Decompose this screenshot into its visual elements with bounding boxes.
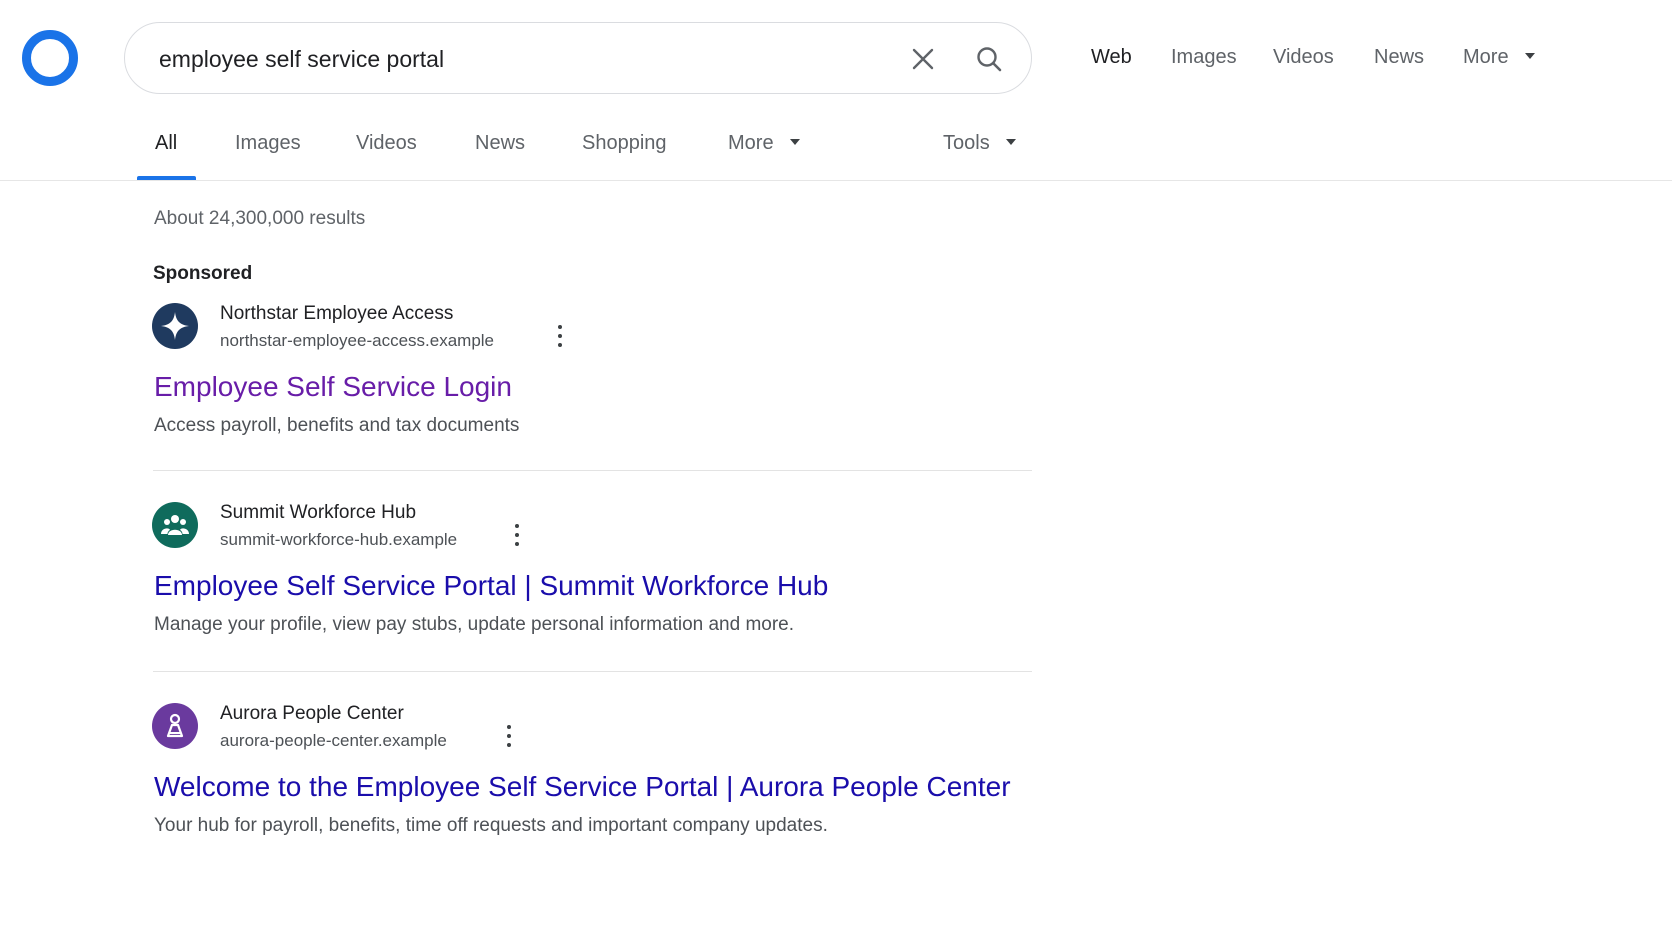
- topnav-web[interactable]: Web: [1091, 46, 1132, 69]
- site-name[interactable]: Aurora People Center: [220, 703, 404, 725]
- result-snippet: Manage your profile, view pay stubs, upd…: [154, 614, 795, 635]
- result-title-link[interactable]: Employee Self Service Portal | Summit Wo…: [154, 570, 828, 602]
- close-icon: [912, 48, 934, 70]
- chevron-down-icon: [1005, 138, 1016, 145]
- kebab-dot: [558, 334, 562, 338]
- clear-search-button[interactable]: [905, 41, 941, 77]
- topnav-videos[interactable]: Videos: [1273, 46, 1334, 69]
- result-divider: [153, 470, 1032, 471]
- result-divider: [153, 671, 1032, 672]
- kebab-dot: [507, 743, 511, 747]
- search-result: Summit Workforce Hub summit-workforce-hu…: [152, 502, 1032, 642]
- kebab-dot: [558, 325, 562, 329]
- search-result: Aurora People Center aurora-people-cente…: [152, 703, 1032, 843]
- more-options-button[interactable]: [499, 723, 519, 749]
- search-tabs: All Images Videos News Shopping More Too…: [0, 130, 1672, 181]
- more-options-button[interactable]: [507, 522, 527, 548]
- result-stats: About 24,300,000 results: [154, 208, 366, 229]
- active-tab-indicator: [137, 176, 196, 180]
- search-icon: [977, 47, 1002, 72]
- site-favicon[interactable]: [152, 502, 198, 548]
- site-name[interactable]: Summit Workforce Hub: [220, 502, 416, 524]
- sponsored-label: Sponsored: [153, 263, 253, 284]
- more-options-button[interactable]: [550, 323, 570, 349]
- kebab-dot: [507, 725, 511, 729]
- tools-label: Tools: [943, 132, 990, 154]
- tab-shopping[interactable]: Shopping: [582, 132, 667, 155]
- site-url[interactable]: northstar-employee-access.example: [220, 331, 494, 351]
- topnav-more-label: More: [1463, 46, 1509, 68]
- kebab-dot: [515, 542, 519, 546]
- result-title-link[interactable]: Welcome to the Employee Self Service Por…: [154, 771, 1011, 803]
- kebab-dot: [507, 734, 511, 738]
- topnav-more[interactable]: More: [1463, 46, 1535, 69]
- person-icon: [166, 713, 184, 738]
- result-title-link[interactable]: Employee Self Service Login: [154, 371, 512, 403]
- site-favicon[interactable]: [152, 303, 198, 349]
- chevron-down-icon: [1524, 52, 1535, 59]
- tools-button[interactable]: Tools: [943, 132, 1016, 155]
- topnav-images[interactable]: Images: [1171, 46, 1237, 69]
- search-engine-logo[interactable]: [22, 30, 78, 86]
- kebab-dot: [515, 524, 519, 528]
- star-icon: [161, 312, 189, 340]
- search-input[interactable]: [159, 41, 879, 77]
- search-box: [124, 22, 1032, 94]
- tab-news[interactable]: News: [475, 132, 525, 155]
- site-name[interactable]: Northstar Employee Access: [220, 303, 453, 325]
- chevron-down-icon: [789, 138, 800, 145]
- kebab-dot: [558, 343, 562, 347]
- tab-more-label: More: [728, 132, 774, 154]
- site-url[interactable]: aurora-people-center.example: [220, 731, 447, 751]
- tab-images[interactable]: Images: [235, 132, 301, 155]
- kebab-dot: [515, 533, 519, 537]
- people-group-icon: [161, 515, 189, 535]
- result-snippet: Access payroll, benefits and tax documen…: [154, 415, 520, 436]
- result-snippet: Your hub for payroll, benefits, time off…: [154, 815, 828, 836]
- topnav-news[interactable]: News: [1374, 46, 1424, 69]
- tab-more[interactable]: More: [728, 132, 800, 155]
- tab-all[interactable]: All: [155, 132, 177, 155]
- site-url[interactable]: summit-workforce-hub.example: [220, 530, 457, 550]
- search-result: Northstar Employee Access northstar-empl…: [152, 303, 1032, 443]
- site-favicon[interactable]: [152, 703, 198, 749]
- search-button[interactable]: [971, 41, 1007, 77]
- tab-videos[interactable]: Videos: [356, 132, 417, 155]
